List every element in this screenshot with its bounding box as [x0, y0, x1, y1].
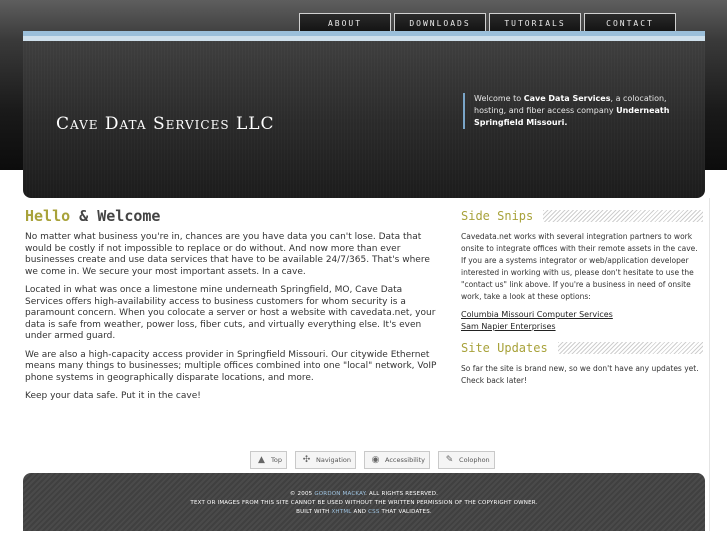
eye-icon: ◉ — [371, 454, 380, 465]
intro-company: Cave Data Services — [523, 94, 611, 103]
copyright-suffix: . ALL RIGHTS RESERVED. — [365, 491, 439, 497]
heading-hatch-decoration — [543, 210, 703, 222]
top-link[interactable]: ▲ Top — [250, 451, 287, 469]
side-snips-text: Cavedata.net works with several integrat… — [461, 232, 698, 301]
paragraph-access: We are also a high-capacity access provi… — [25, 349, 437, 383]
main-content: Hello & Welcome No matter what business … — [25, 207, 440, 410]
link-sam-napier-enterprises[interactable]: Sam Napier Enterprises — [461, 321, 703, 333]
colophon-link-label: Colophon — [459, 456, 490, 464]
footer-built-with: BUILT WITH XHTML AND CSS THAT VALIDATES. — [23, 508, 705, 517]
page-heading: Hello & Welcome — [25, 207, 440, 225]
css-link[interactable]: CSS — [368, 509, 379, 515]
compass-icon: ✣ — [302, 454, 311, 465]
accessibility-link[interactable]: ◉ Accessibility — [364, 451, 431, 469]
nav-tutorials[interactable]: TUTORIALS — [489, 13, 581, 33]
copyright-prefix: © 2005 — [289, 491, 315, 497]
intro-prefix: Welcome to — [474, 94, 524, 103]
paragraph-closing: Keep your data safe. Put it in the cave! — [25, 391, 201, 401]
content-border — [709, 198, 710, 531]
speech-bubble-icon: ✎ — [445, 454, 454, 465]
site-updates-text: So far the site is brand new, so we don'… — [461, 364, 699, 385]
footer-permission: TEXT OR IMAGES FROM THIS SITE CANNOT BE … — [190, 500, 538, 506]
nav-downloads[interactable]: DOWNLOADS — [394, 13, 486, 33]
link-columbia-computer-services[interactable]: Columbia Missouri Computer Services — [461, 309, 703, 321]
navigation-link[interactable]: ✣ Navigation — [294, 451, 357, 469]
nav-about[interactable]: ABOUT — [299, 13, 391, 33]
heading-hatch-decoration — [557, 342, 703, 354]
footer-copyright: © 2005 GORDON MACKAY. ALL RIGHTS RESERVE… — [23, 490, 705, 499]
site-updates-title: Site Updates — [461, 341, 548, 355]
partner-links: Columbia Missouri Computer Services Sam … — [461, 309, 703, 333]
site-title[interactable]: Cave Data Services LLC — [56, 114, 275, 134]
side-snips-title: Side Snips — [461, 209, 534, 223]
heading-rest: & Welcome — [70, 207, 161, 225]
nav-contact[interactable]: CONTACT — [584, 13, 676, 33]
arrow-up-icon: ▲ — [258, 454, 265, 465]
site-updates-heading: Site Updates — [461, 339, 703, 357]
paragraph-intro: No matter what business you're in, chanc… — [25, 232, 430, 277]
paragraph-location: Located in what was once a limestone min… — [25, 285, 436, 341]
site-footer: © 2005 GORDON MACKAY. ALL RIGHTS RESERVE… — [23, 473, 705, 531]
bottom-links: ▲ Top ✣ Navigation ◉ Accessibility ✎ Col… — [250, 451, 503, 469]
side-snips-heading: Side Snips — [461, 207, 703, 225]
built-suffix: THAT VALIDATES. — [379, 509, 432, 515]
heading-accent: Hello — [25, 207, 71, 225]
navigation-link-label: Navigation — [315, 456, 352, 464]
sidebar: Side Snips Cavedata.net works with sever… — [461, 207, 703, 393]
site-header: Cave Data Services LLC Welcome to Cave D… — [23, 31, 705, 198]
accessibility-link-label: Accessibility — [385, 456, 426, 464]
header-intro: Welcome to Cave Data Services, a colocat… — [463, 93, 688, 129]
xhtml-link[interactable]: XHTML — [331, 509, 351, 515]
main-navigation: ABOUT DOWNLOADS TUTORIALS CONTACT — [299, 13, 679, 33]
colophon-link[interactable]: ✎ Colophon — [438, 451, 495, 469]
copyright-owner-link[interactable]: GORDON MACKAY — [314, 491, 365, 497]
top-link-label: Top — [271, 456, 282, 464]
built-prefix: BUILT WITH — [296, 509, 332, 515]
built-and: AND — [351, 509, 369, 515]
